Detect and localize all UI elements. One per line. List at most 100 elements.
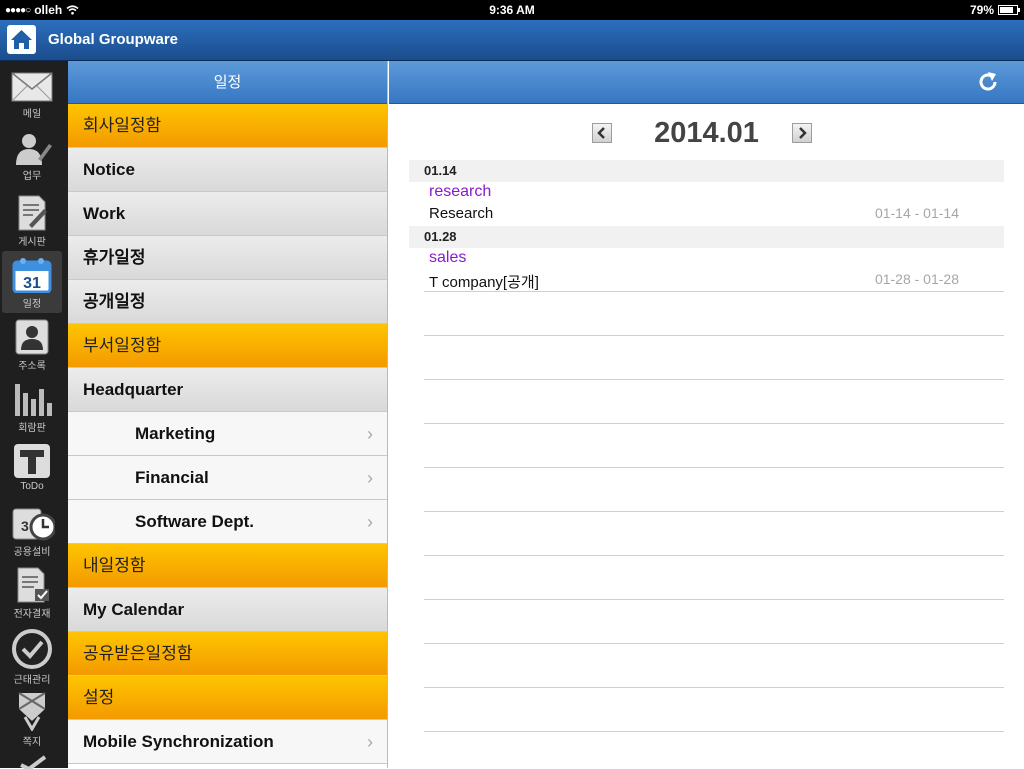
list-separator	[424, 467, 1004, 468]
month-navigator: 2014.01	[389, 113, 1024, 153]
calendar-list-label: 부서일정함	[83, 336, 162, 355]
calendar-list-item[interactable]: Notice	[68, 148, 387, 192]
home-icon	[11, 30, 32, 49]
calendar-list-label: 공개일정	[83, 292, 146, 311]
status-time: 9:36 AM	[489, 3, 535, 17]
schedule-toolbar	[389, 61, 1024, 104]
battery-icon	[998, 5, 1020, 15]
svg-text:3: 3	[21, 518, 29, 534]
list-separator	[424, 599, 1004, 600]
event-category[interactable]: sales	[429, 249, 466, 267]
task-icon	[16, 134, 52, 165]
contacts-icon	[15, 319, 49, 355]
event-date-range: 01-14 - 01-14	[874, 205, 959, 221]
rail-label: ToDo	[20, 481, 44, 492]
event-title[interactable]: T company[공개]	[429, 271, 539, 292]
chevron-right-icon: ›	[367, 468, 373, 488]
list-separator	[424, 643, 1004, 644]
mail-icon	[11, 72, 53, 102]
calendar-list-label: Work	[83, 204, 126, 223]
calendar-list-item[interactable]: Marketing ›	[68, 412, 387, 456]
refresh-button[interactable]	[976, 70, 1000, 94]
calendar-list-label: My Calendar	[83, 600, 185, 619]
refresh-icon	[979, 72, 997, 91]
list-separator	[424, 687, 1004, 688]
calendar-list-item[interactable]: Work	[68, 192, 387, 236]
rail-label: 일정	[22, 299, 42, 310]
list-separator	[424, 335, 1004, 336]
calendar-list-label: 휴가일정	[83, 248, 146, 267]
rail-item-circular[interactable]: 회람판	[2, 375, 62, 437]
event-category[interactable]: research	[429, 183, 491, 201]
rail-item-contacts[interactable]: 주소록	[2, 313, 62, 375]
chevron-right-icon	[799, 127, 807, 139]
event-date-header: 01.28	[409, 226, 1004, 248]
schedule-panel: 2014.01 01.14 research Research 01-14 - …	[389, 61, 1024, 768]
home-button[interactable]	[7, 25, 36, 54]
calendar-list-item[interactable]: 휴가일정	[68, 236, 387, 280]
calendar-list-panel: 일정 회사일정함 Notice Work 휴가일정공개일정부서일정함 Headquart…	[68, 61, 388, 768]
rail-item-more[interactable]	[2, 747, 62, 769]
attendance-check-icon	[12, 629, 52, 669]
rail-label: 업무	[22, 171, 42, 182]
rail-item-board[interactable]: 게시판	[2, 189, 62, 251]
calendar-group-header[interactable]: 내일정함	[68, 544, 387, 588]
rail-item-memo[interactable]: 쪽지	[2, 685, 62, 748]
board-icon	[18, 195, 47, 231]
calendar-list-label: 공유받은일정함	[83, 644, 193, 663]
calendar-list-item[interactable]: Software Dept. ›	[68, 500, 387, 544]
calendar-list-item[interactable]: 공개일정	[68, 280, 387, 324]
status-bar: ●●●●○ olleh 9:36 AM 79%	[0, 0, 1024, 20]
rail-item-facility[interactable]: 3 공용설비	[2, 499, 62, 561]
next-month-button[interactable]	[792, 123, 812, 143]
rail-label: 메일	[22, 109, 42, 120]
battery-percent: 79%	[969, 3, 994, 17]
list-separator	[424, 511, 1004, 512]
calendar-list-label: Marketing	[135, 424, 216, 443]
rail-label: 주소록	[18, 361, 46, 372]
calendar-list-label: Software Dept.	[135, 512, 255, 531]
rail-item-calendar[interactable]: 31 일정	[2, 251, 62, 313]
app-title: Global Groupware	[48, 31, 179, 48]
event-date-range: 01-28 - 01-28	[874, 271, 959, 287]
rail-label: 공용설비	[13, 547, 51, 558]
rail-label: 근태관리	[13, 675, 51, 686]
rail-label: 전자결재	[13, 609, 51, 620]
calendar-list-label: Notice	[83, 160, 135, 179]
calendar-list-label: 설정	[83, 688, 115, 707]
list-separator	[424, 555, 1004, 556]
list-separator	[424, 379, 1004, 380]
calendar-group-header[interactable]: 부서일정함	[68, 324, 387, 368]
calendar-list-item[interactable]: Headquarter	[68, 368, 387, 412]
battery-info: 79%	[969, 3, 1020, 17]
calendar-list-label: 내일정함	[83, 556, 146, 575]
calendar-list-label: Headquarter	[83, 380, 184, 399]
calendar-list-label: Mobile Synchronization	[83, 732, 274, 751]
calendar-list-item[interactable]: My Calendar	[68, 588, 387, 632]
calendar-list-item[interactable]: Financial ›	[68, 456, 387, 500]
rail-item-attendance[interactable]: 근태관리	[2, 623, 62, 686]
chevron-right-icon: ›	[367, 512, 373, 532]
event-title[interactable]: Research	[429, 205, 493, 222]
module-rail: 메일 업무 게시판 31 일정 주소록 회람판 ToDo 3 공용설비 전자결재…	[0, 61, 68, 769]
calendar-list-label: Financial	[135, 468, 209, 487]
rail-item-mail[interactable]: 메일	[2, 65, 62, 127]
calendar-day: 31	[23, 275, 41, 292]
rail-item-task[interactable]: 업무	[2, 127, 62, 189]
calendar-list-item[interactable]: Mobile Synchronization ›	[68, 720, 387, 764]
rail-label: 쪽지	[22, 737, 42, 748]
rail-item-todo[interactable]: ToDo	[2, 437, 62, 499]
todo-icon	[14, 444, 50, 478]
calendar-group-header[interactable]: 회사일정함	[68, 104, 387, 148]
calendar-group-header[interactable]: 공유받은일정함	[68, 632, 387, 676]
chevron-right-icon: ›	[367, 424, 373, 444]
panel-title: 일정	[68, 61, 387, 104]
current-month: 2014.01	[654, 117, 759, 149]
list-separator	[424, 291, 1004, 292]
calendar-list: 회사일정함 Notice Work 휴가일정공개일정부서일정함 Headquarter M…	[68, 104, 387, 764]
facility-clock-icon: 3	[12, 508, 55, 541]
list-separator	[424, 423, 1004, 424]
calendar-group-header[interactable]: 설정	[68, 676, 387, 720]
rail-item-approval[interactable]: 전자결재	[2, 561, 62, 623]
bar-chart-icon	[15, 384, 52, 416]
